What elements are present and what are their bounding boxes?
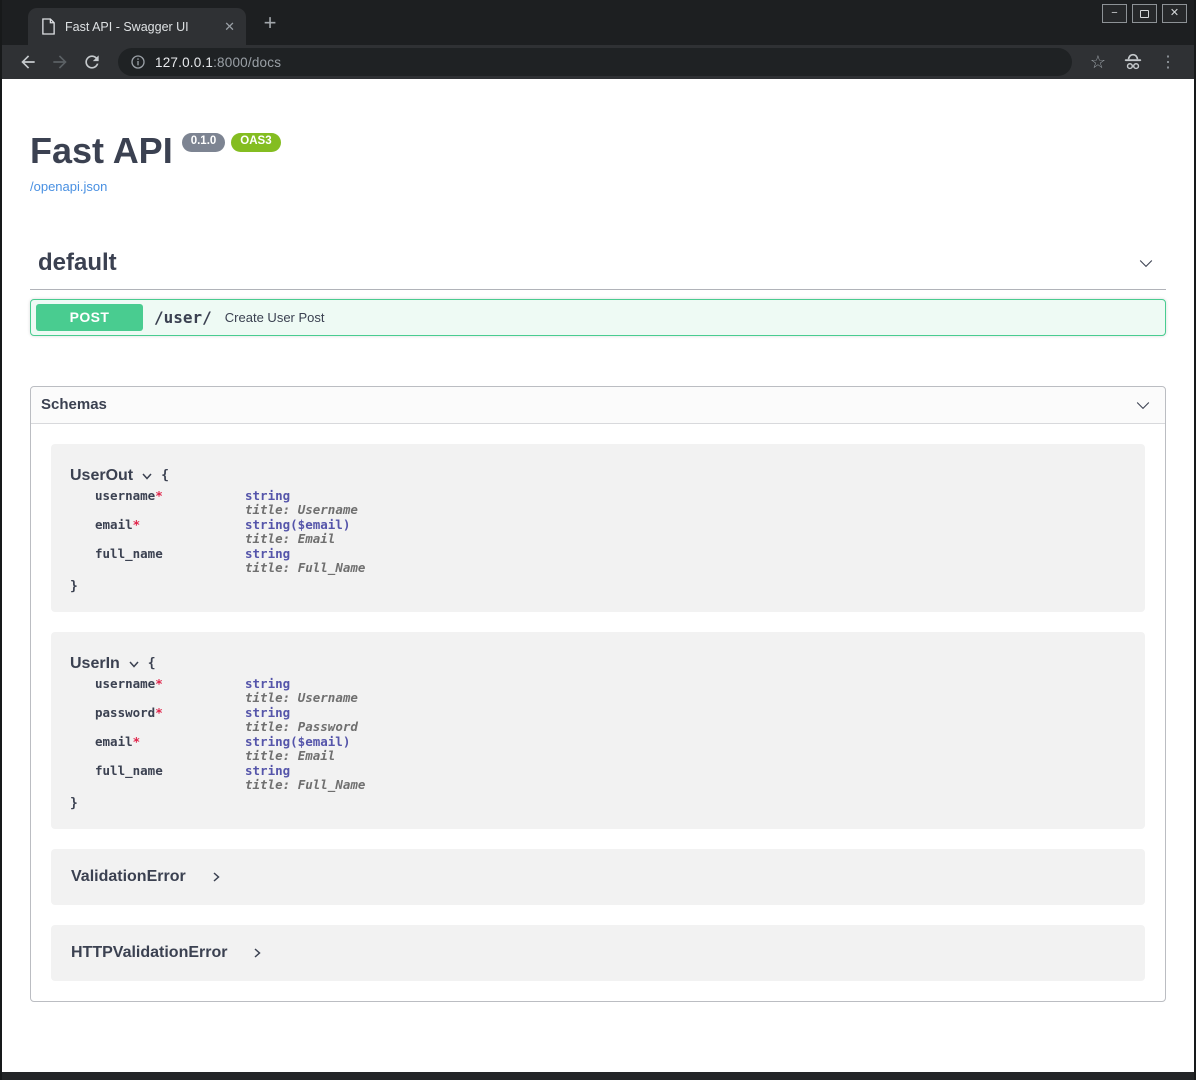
property-type: string($email) — [245, 518, 350, 533]
required-mark: * — [155, 705, 163, 720]
page-content: Fast API 0.1.0 OAS3 /openapi.json defaul… — [2, 79, 1194, 1072]
endpoint-summary: Create User Post — [225, 310, 325, 325]
close-icon: ✕ — [1170, 8, 1179, 19]
url-text: 127.0.0.1:8000/docs — [155, 55, 281, 70]
property-type: string — [245, 764, 290, 779]
property-row: email* string($email) — [95, 518, 1125, 533]
chevron-right-icon[interactable] — [210, 871, 222, 883]
model-httpvalidationerror-header[interactable]: HTTPValidationError — [71, 944, 1125, 962]
api-info: Fast API 0.1.0 OAS3 /openapi.json — [30, 132, 1166, 196]
property-row: username* string — [95, 489, 1125, 504]
back-icon[interactable] — [18, 52, 38, 72]
required-mark: * — [133, 517, 141, 532]
model-validationerror-header[interactable]: ValidationError — [71, 868, 1125, 886]
property-title: title: Username — [245, 691, 1125, 706]
url-host: 127.0.0.1 — [155, 55, 213, 70]
model-toggle-chevron-down-icon[interactable] — [141, 470, 153, 482]
property-type: string — [245, 489, 290, 504]
address-bar[interactable]: 127.0.0.1:8000/docs — [118, 48, 1072, 76]
bookmark-star-icon[interactable]: ☆ — [1090, 52, 1106, 73]
chevron-down-icon[interactable] — [1136, 253, 1156, 273]
property-row: username* string — [95, 677, 1125, 692]
property-name: email* — [95, 518, 245, 533]
close-brace: } — [70, 796, 1125, 811]
minimize-icon: − — [1111, 8, 1117, 19]
browser-menu-icon[interactable]: ⋮ — [1160, 52, 1176, 72]
minimize-button[interactable]: − — [1102, 4, 1127, 23]
close-button[interactable]: ✕ — [1162, 4, 1187, 23]
maximize-button[interactable] — [1132, 4, 1157, 23]
chevron-down-icon[interactable] — [1133, 395, 1153, 415]
property-title: title: Password — [245, 720, 1125, 735]
browser-toolbar: 127.0.0.1:8000/docs ☆ ⋮ — [0, 45, 1196, 79]
property-name: full_name — [95, 547, 245, 562]
tab-close-icon[interactable]: ✕ — [222, 19, 237, 35]
property-row: full_name string — [95, 764, 1125, 779]
schemas-header[interactable]: Schemas — [31, 387, 1165, 424]
property-title: title: Email — [245, 532, 1125, 547]
property-title: title: Username — [245, 503, 1125, 518]
oas3-badge: OAS3 — [231, 133, 280, 152]
maximize-icon — [1140, 10, 1149, 18]
property-name: password* — [95, 706, 245, 721]
model-name: HTTPValidationError — [71, 944, 227, 962]
browser-window: Fast API - Swagger UI ✕ + − ✕ 127.0.0.1:… — [0, 0, 1196, 1080]
version-badge: 0.1.0 — [182, 133, 226, 152]
tag-name: default — [38, 249, 117, 277]
property-type: string — [245, 547, 290, 562]
schemas-title: Schemas — [41, 396, 107, 413]
close-brace: } — [70, 579, 1125, 594]
window-controls: − ✕ — [1102, 4, 1187, 23]
property-row: full_name string — [95, 547, 1125, 562]
endpoint-post-user[interactable]: POST /user/ Create User Post — [30, 299, 1166, 336]
model-httpvalidationerror: HTTPValidationError — [51, 925, 1145, 981]
tab-strip: Fast API - Swagger UI ✕ + − ✕ — [0, 0, 1196, 45]
property-title: title: Email — [245, 749, 1125, 764]
incognito-icon — [1122, 52, 1144, 72]
endpoint-path: /user/ — [154, 308, 212, 327]
forward-icon[interactable] — [50, 52, 70, 72]
open-brace: { — [148, 656, 156, 671]
property-row: password* string — [95, 706, 1125, 721]
property-name: username* — [95, 489, 245, 504]
required-mark: * — [133, 734, 141, 749]
url-path: :8000/docs — [213, 55, 281, 70]
window-bottom-border — [0, 1072, 1196, 1080]
model-name: ValidationError — [71, 868, 186, 886]
property-name: username* — [95, 677, 245, 692]
model-userin: UserIn { username* string title: User — [51, 632, 1145, 829]
new-tab-button[interactable]: + — [258, 11, 282, 35]
property-title: title: Full_Name — [245, 778, 1125, 793]
model-userout: UserOut { username* string title: Use — [51, 444, 1145, 612]
tag-section-default[interactable]: default — [30, 245, 1166, 290]
required-mark: * — [155, 676, 163, 691]
tab-title: Fast API - Swagger UI — [65, 20, 213, 34]
model-name: UserOut — [70, 467, 133, 485]
reload-icon[interactable] — [82, 52, 102, 72]
property-name: email* — [95, 735, 245, 750]
site-info-icon[interactable] — [130, 54, 146, 70]
model-toggle-chevron-down-icon[interactable] — [128, 658, 140, 670]
property-title: title: Full_Name — [245, 561, 1125, 576]
model-userin-header[interactable]: UserIn { — [70, 655, 1125, 673]
window-border-left — [0, 0, 2, 1080]
model-userout-header[interactable]: UserOut { — [70, 467, 1125, 485]
property-type: string — [245, 706, 290, 721]
model-name: UserIn — [70, 655, 120, 673]
browser-tab[interactable]: Fast API - Swagger UI ✕ — [28, 8, 246, 45]
property-name: full_name — [95, 764, 245, 779]
openapi-json-link[interactable]: /openapi.json — [30, 179, 107, 194]
property-type: string($email) — [245, 735, 350, 750]
property-type: string — [245, 677, 290, 692]
required-mark: * — [155, 488, 163, 503]
property-row: email* string($email) — [95, 735, 1125, 750]
open-brace: { — [161, 468, 169, 483]
method-badge: POST — [36, 304, 143, 331]
schemas-section: Schemas UserOut { — [30, 386, 1166, 1002]
page-favicon-icon — [41, 18, 56, 35]
page-title: Fast API — [30, 132, 173, 170]
model-validationerror: ValidationError — [51, 849, 1145, 905]
chevron-right-icon[interactable] — [251, 947, 263, 959]
